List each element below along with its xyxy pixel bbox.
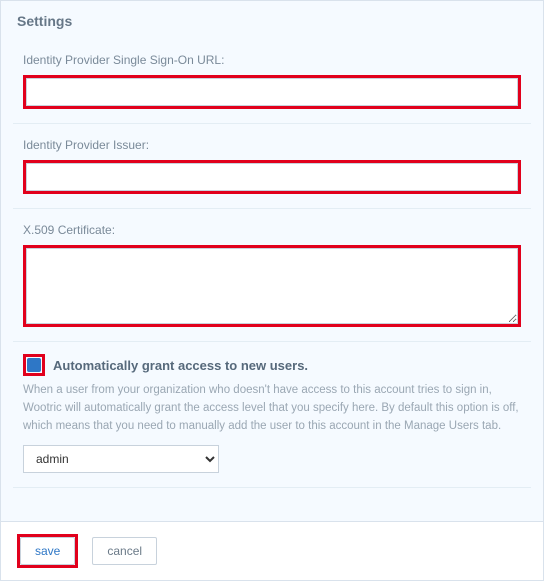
access-level-select[interactable]: admin bbox=[23, 445, 219, 473]
auto-grant-checkbox[interactable] bbox=[27, 358, 41, 372]
auto-grant-checkbox-highlight bbox=[23, 354, 45, 376]
cancel-button[interactable]: cancel bbox=[92, 537, 157, 565]
panel-title: Settings bbox=[1, 1, 543, 39]
auto-grant-help: When a user from your organization who d… bbox=[23, 382, 521, 435]
auto-grant-label: Automatically grant access to new users. bbox=[53, 358, 308, 373]
cert-textarea[interactable] bbox=[26, 248, 518, 324]
cert-highlight bbox=[23, 245, 521, 327]
issuer-highlight bbox=[23, 160, 521, 194]
issuer-input[interactable] bbox=[26, 163, 518, 191]
sso-url-label: Identity Provider Single Sign-On URL: bbox=[23, 53, 521, 67]
footer: save cancel bbox=[1, 521, 543, 580]
save-button-highlight: save bbox=[17, 534, 78, 568]
issuer-label: Identity Provider Issuer: bbox=[23, 138, 521, 152]
settings-panel: Settings Identity Provider Single Sign-O… bbox=[0, 0, 544, 581]
sso-url-highlight bbox=[23, 75, 521, 109]
cert-label: X.509 Certificate: bbox=[23, 223, 521, 237]
save-button[interactable]: save bbox=[20, 537, 75, 565]
sso-url-input[interactable] bbox=[26, 78, 518, 106]
